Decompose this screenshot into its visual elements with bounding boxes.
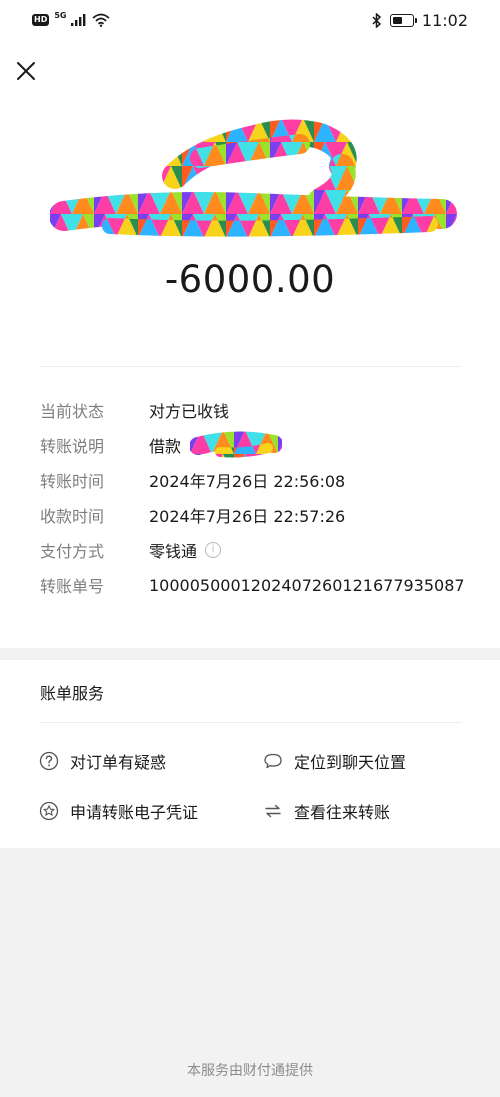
divider [40,722,462,723]
redacted-note-text [190,431,282,458]
status-right: 11:02 [372,11,468,30]
service-order-question[interactable]: 对订单有疑惑 [38,749,166,773]
detail-value: 2024年7月26日 22:56:08 [149,472,346,491]
detail-label: 收款时间 [40,507,105,526]
service-locate-chat[interactable]: 定位到聊天位置 [262,749,406,773]
service-label: 对订单有疑惑 [70,753,167,772]
transfer-amount: -6000.00 [164,258,336,301]
service-transfer-history[interactable]: 查看往来转账 [262,799,390,823]
payment-method-value: 零钱通 [149,542,198,561]
services-title: 账单服务 [40,684,105,703]
detail-row-transaction-id: 转账单号 1000050001202407260121677935087 [40,573,465,597]
bill-services-section: 账单服务 对订单有疑惑 定位到聊天位置 申请转账电子凭证 查看往来转账 [0,660,500,848]
clock: 11:02 [421,11,468,30]
detail-row-status: 当前状态 对方已收钱 [40,398,229,422]
detail-label: 当前状态 [40,402,105,421]
question-circle-icon [38,750,60,772]
info-icon[interactable]: i [205,542,222,558]
battery-fill [392,17,403,24]
detail-label: 支付方式 [40,542,105,561]
status-left: HD 5G [32,10,111,27]
star-badge-icon [38,800,60,822]
redacted-payee-name [50,119,457,237]
close-icon [17,62,35,80]
exchange-arrows-icon [262,800,284,822]
detail-value: 零钱通 i [149,538,222,562]
chat-bubble-icon [262,750,284,772]
network-type-label: 5G [54,10,67,20]
service-label: 申请转账电子凭证 [70,803,199,822]
detail-value: 借款 [149,437,182,456]
wifi-icon [92,13,111,27]
detail-value: 1000050001202407260121677935087 [149,575,465,595]
battery-icon [389,14,417,27]
service-label: 定位到聊天位置 [294,753,407,772]
detail-row-note: 转账说明 借款 [40,433,181,457]
bluetooth-icon [372,13,381,28]
detail-label: 转账单号 [40,577,105,596]
status-bar: HD 5G 11:02 [0,0,500,44]
service-label: 查看往来转账 [294,803,391,822]
footer-provider-text: 本服务由财付通提供 [187,1063,313,1079]
divider [40,366,462,367]
detail-row-transfer-time: 转账时间 2024年7月26日 22:56:08 [40,468,345,492]
close-button[interactable] [12,57,40,85]
detail-value: 2024年7月26日 22:57:26 [149,507,346,526]
detail-row-receive-time: 收款时间 2024年7月26日 22:57:26 [40,503,345,527]
hd-badge: HD [32,14,50,26]
detail-label: 转账时间 [40,472,105,491]
service-e-voucher[interactable]: 申请转账电子凭证 [38,799,198,823]
signal-icon [71,14,86,26]
detail-label: 转账说明 [40,437,105,456]
detail-value: 对方已收钱 [149,402,230,421]
detail-row-payment-method: 支付方式 零钱通 i [40,538,222,562]
